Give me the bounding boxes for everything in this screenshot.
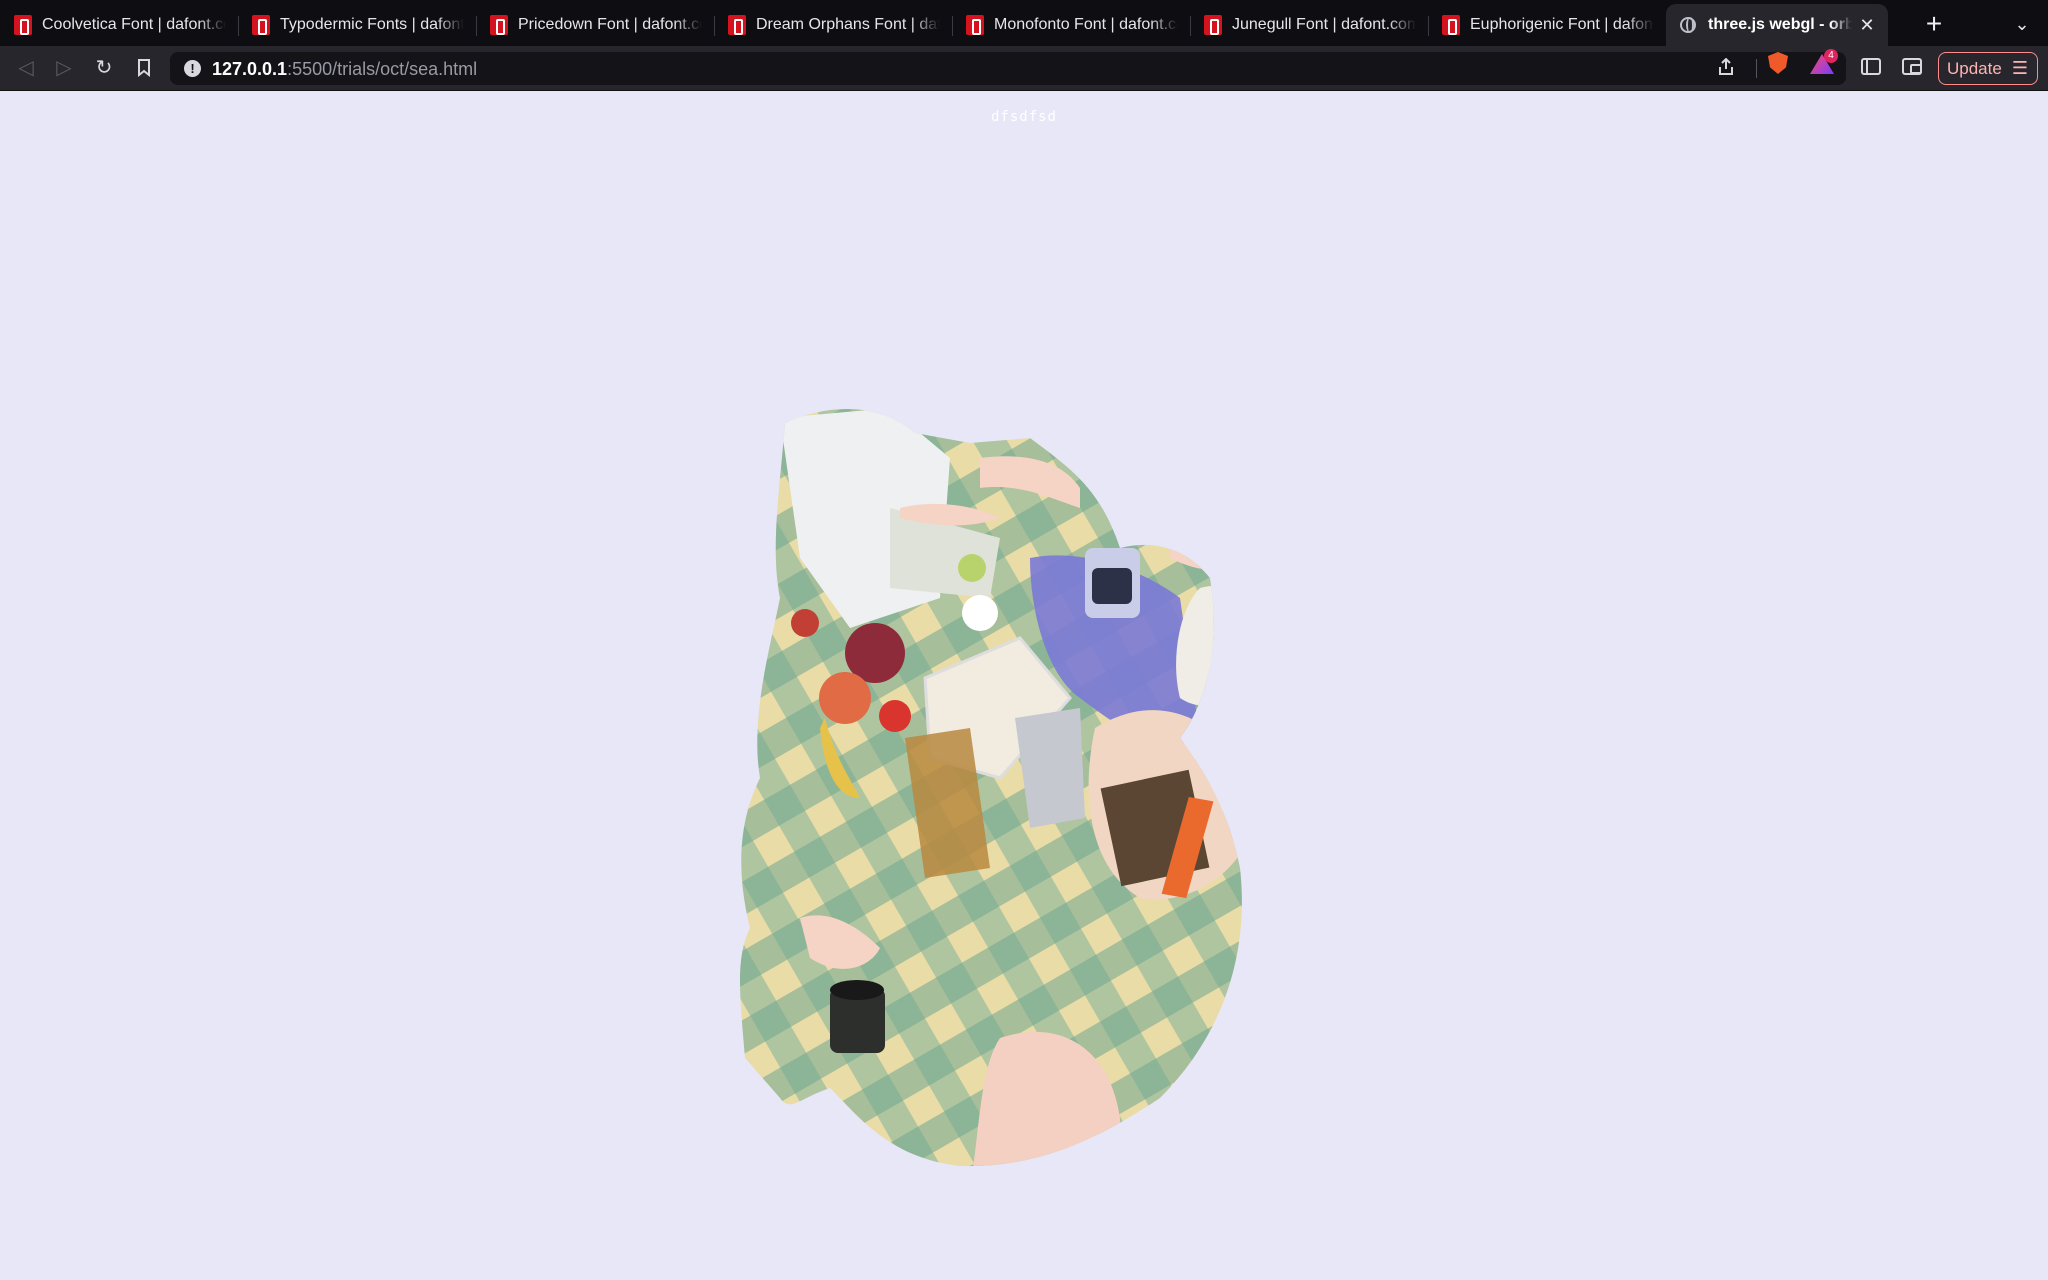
tab-strip: Coolvetica Font | dafont.com Typodermic …	[0, 0, 2048, 46]
sidebar-toggle-icon[interactable]	[1861, 58, 1881, 75]
page-viewport: dfsdfsd	[0, 92, 2048, 1280]
tab-title: Junegull Font | dafont.com	[1232, 16, 1416, 33]
dafont-icon	[490, 15, 508, 35]
tab-title: three.js webgl - orbit controls	[1708, 16, 1852, 33]
forward-arrow-icon[interactable]: ▷	[50, 54, 78, 82]
back-arrow-icon[interactable]: ◁	[12, 54, 40, 82]
rewards-badge: 4	[1824, 49, 1838, 63]
bookmark-icon[interactable]	[130, 54, 158, 82]
url-host: 127.0.0.1	[212, 59, 288, 79]
dafont-icon	[14, 15, 32, 35]
url-divider	[1756, 59, 1757, 78]
menu-hamburger-icon: ☰	[2011, 58, 2028, 78]
close-tab-icon[interactable]: ✕	[1858, 15, 1876, 36]
tab-1[interactable]: Typodermic Fonts | dafont.com	[238, 4, 476, 46]
tab-2[interactable]: Pricedown Font | dafont.com	[476, 4, 714, 46]
tab-0[interactable]: Coolvetica Font | dafont.com	[0, 4, 238, 46]
share-icon[interactable]	[1715, 57, 1737, 80]
address-bar[interactable]: ! 127.0.0.1:5500/trials/oct/sea.html	[170, 52, 1846, 85]
globe-icon	[1680, 17, 1696, 33]
tab-title: Euphorigenic Font | dafont.com	[1470, 16, 1654, 33]
tab-title: Monofonto Font | dafont.com	[994, 16, 1178, 33]
navigation-toolbar: ◁ ▷ ↻ ! 127.0.0.1:5500/trials/oct/sea.ht…	[0, 46, 2048, 91]
page-heading: dfsdfsd	[990, 109, 1057, 125]
tab-7-active[interactable]: three.js webgl - orbit controls ✕	[1666, 4, 1888, 46]
tab-list-chevron-icon[interactable]: ⌄	[2010, 12, 2034, 36]
wallet-icon[interactable]	[1902, 58, 1922, 75]
dafont-icon	[728, 15, 746, 35]
site-info-icon[interactable]: !	[184, 60, 201, 77]
webgl-scene-canvas[interactable]	[740, 398, 1380, 1188]
tab-5[interactable]: Junegull Font | dafont.com	[1190, 4, 1428, 46]
tab-title: Dream Orphans Font | dafont.com	[756, 16, 940, 33]
tab-6[interactable]: Euphorigenic Font | dafont.com	[1428, 4, 1666, 46]
update-button[interactable]: Update ☰	[1938, 52, 2038, 85]
update-label: Update	[1947, 59, 2002, 78]
tab-title: Pricedown Font | dafont.com	[518, 16, 702, 33]
tab-4[interactable]: Monofonto Font | dafont.com	[952, 4, 1190, 46]
tab-title: Typodermic Fonts | dafont.com	[280, 16, 464, 33]
dafont-icon	[252, 15, 270, 35]
dafont-icon	[1204, 15, 1222, 35]
dafont-icon	[966, 15, 984, 35]
tab-title: Coolvetica Font | dafont.com	[42, 16, 226, 33]
url-text[interactable]: 127.0.0.1:5500/trials/oct/sea.html	[212, 59, 477, 80]
dafont-icon	[1442, 15, 1460, 35]
url-path: :5500/trials/oct/sea.html	[287, 59, 478, 79]
reload-icon[interactable]: ↻	[90, 54, 118, 82]
new-tab-button[interactable]: +	[1920, 10, 1948, 38]
tab-3[interactable]: Dream Orphans Font | dafont.com	[714, 4, 952, 46]
